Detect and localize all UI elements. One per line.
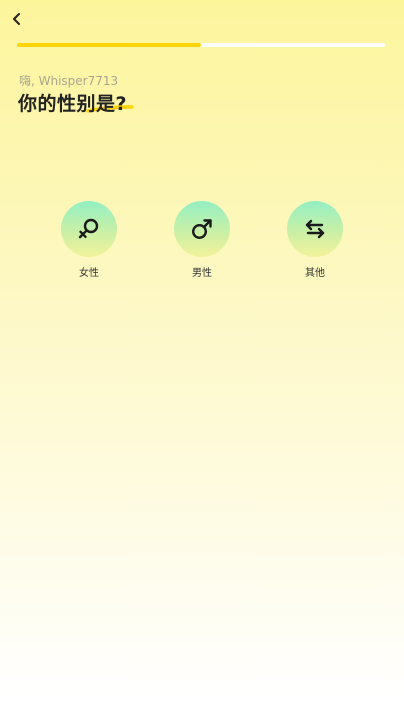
gender-options: 女性 男性 其他 xyxy=(0,201,404,291)
greeting-text: 嗨, Whisper7713 xyxy=(19,74,119,88)
progress-bar xyxy=(17,43,385,47)
male-symbol-icon xyxy=(191,219,212,240)
question-heading-wrap: 你的性别是? xyxy=(18,89,134,116)
option-male[interactable]: 男性 xyxy=(162,201,242,279)
chevron-left-icon xyxy=(13,13,20,25)
option-male-circle[interactable] xyxy=(174,201,230,257)
option-other-circle[interactable] xyxy=(287,201,343,257)
female-symbol-icon xyxy=(78,218,99,239)
progress-fill xyxy=(17,43,201,47)
option-female-label: 女性 xyxy=(79,268,99,279)
swap-arrows-icon xyxy=(305,219,325,239)
question-title: 你的性别是? xyxy=(18,93,128,115)
back-button[interactable] xyxy=(6,8,28,30)
option-other-label: 其他 xyxy=(305,268,325,279)
option-female-circle[interactable] xyxy=(61,201,117,257)
option-male-label: 男性 xyxy=(192,268,212,279)
option-female[interactable]: 女性 xyxy=(49,201,129,279)
option-other[interactable]: 其他 xyxy=(275,201,355,279)
